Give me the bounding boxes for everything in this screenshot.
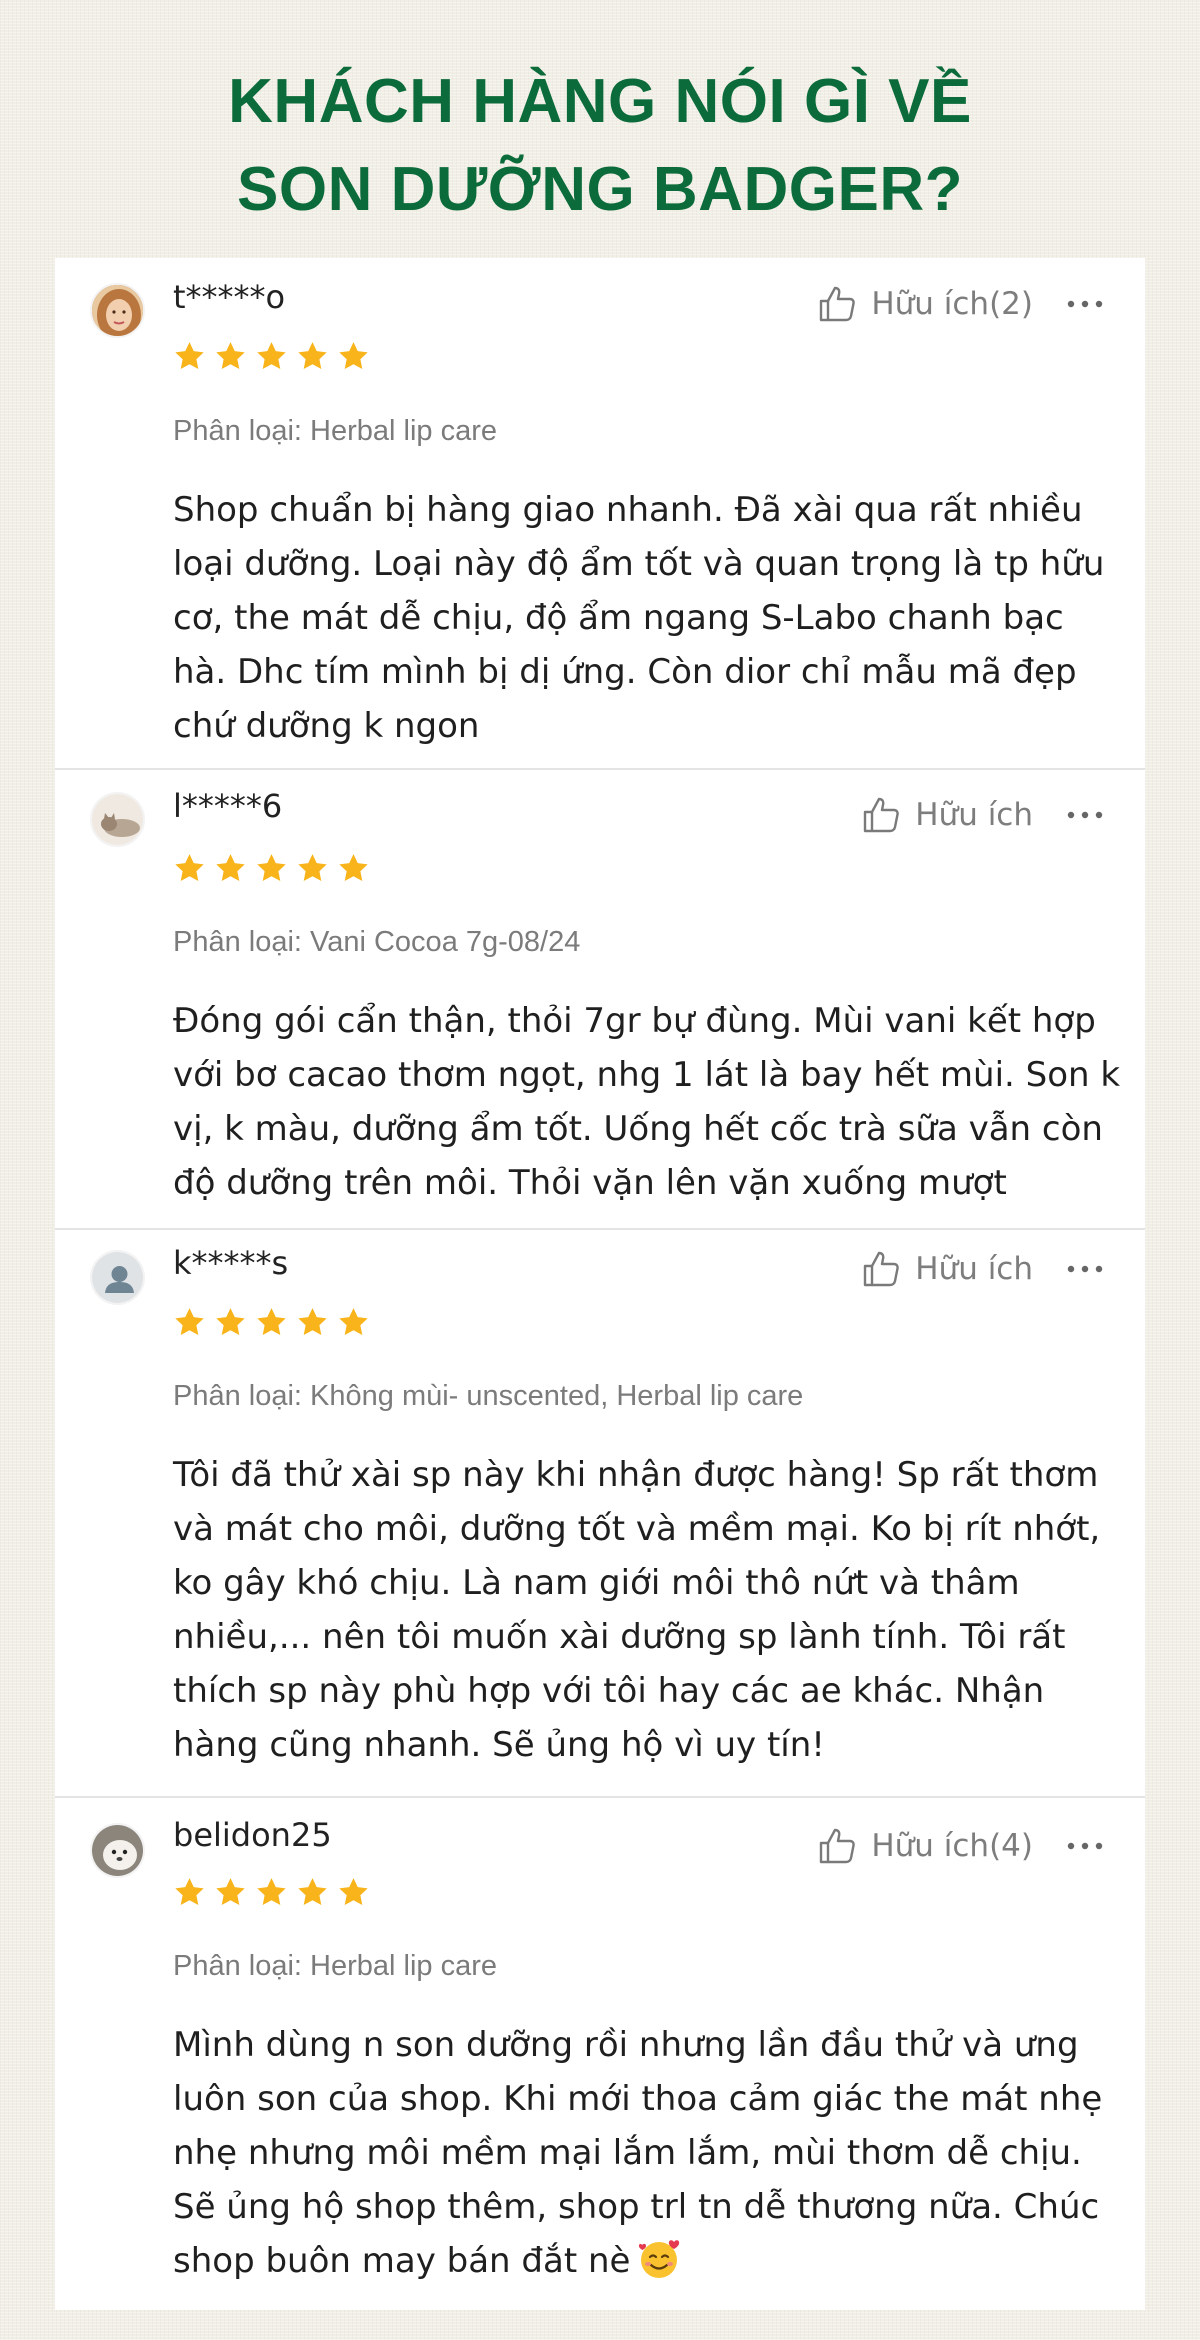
page-heading: KHÁCH HÀNG NÓI GÌ VỀ SON DƯỠNG BADGER?: [0, 58, 1200, 234]
helpful-label[interactable]: Hữu ích(4): [871, 1828, 1033, 1864]
star-icon: [175, 854, 204, 882]
helpful-control: Hữu ích(4): [817, 1821, 1145, 1871]
star-icon: [216, 854, 245, 882]
star-icon: [175, 1308, 204, 1336]
heading-line-2: SON DƯỠNG BADGER?: [237, 155, 963, 224]
helpful-label[interactable]: Hữu ích(2): [871, 286, 1033, 322]
review-item: belidon25 Hữu ích(4) Phân loại: Herbal l…: [55, 1798, 1145, 2310]
helpful-control: Hữu ích: [861, 790, 1145, 840]
review-comment: Đóng gói cẩn thận, thỏi 7gr bự đùng. Mùi…: [173, 1001, 1121, 1203]
username[interactable]: t*****o: [173, 278, 285, 316]
review-comment: Mình dùng n son dưỡng rồi nhưng lần đầu …: [173, 2018, 1123, 2288]
star-icon: [339, 1878, 368, 1906]
star-icon: [175, 1878, 204, 1906]
avatar[interactable]: [90, 1250, 145, 1305]
star-icon: [257, 854, 286, 882]
variant-label: Phân loại: Herbal lip care: [173, 415, 498, 447]
star-icon: [339, 342, 368, 370]
star-rating: [173, 1876, 370, 1909]
avatar[interactable]: [90, 283, 145, 338]
star-rating: [173, 340, 370, 373]
heading-line-1: KHÁCH HÀNG NÓI GÌ VỀ: [228, 67, 972, 136]
avatar[interactable]: [90, 792, 145, 847]
star-icon: [216, 1308, 245, 1336]
cat-photo-icon: [92, 794, 143, 845]
avatar[interactable]: [90, 1823, 145, 1878]
variant-label: Phân loại: Không mùi- unscented, Herbal …: [173, 1380, 804, 1412]
more-options-icon[interactable]: [1063, 1264, 1107, 1274]
star-icon: [175, 342, 204, 370]
username[interactable]: l*****6: [173, 787, 282, 825]
star-icon: [298, 1878, 327, 1906]
more-options-icon[interactable]: [1063, 810, 1107, 820]
star-icon: [216, 1878, 245, 1906]
more-options-icon[interactable]: [1063, 299, 1107, 309]
star-icon: [298, 1308, 327, 1336]
woman-photo-icon: [92, 285, 143, 336]
username[interactable]: belidon25: [173, 1816, 332, 1854]
review-comment: Shop chuẩn bị hàng giao nhanh. Đã xài qu…: [173, 490, 1105, 746]
star-rating: [173, 852, 370, 885]
review-item: l*****6 Hữu ích Phân loại: Vani Cocoa 7g…: [55, 770, 1145, 1230]
star-rating: [173, 1306, 370, 1339]
star-icon: [216, 342, 245, 370]
helpful-control: Hữu ích: [861, 1244, 1145, 1294]
star-icon: [257, 1308, 286, 1336]
default-user-icon: [92, 1252, 143, 1303]
thumbs-up-icon[interactable]: [861, 795, 901, 835]
thumbs-up-icon[interactable]: [817, 1826, 857, 1866]
review-comment: Tôi đã thử xài sp này khi nhận được hàng…: [173, 1455, 1101, 1765]
thumbs-up-icon[interactable]: [817, 284, 857, 324]
star-icon: [339, 854, 368, 882]
username[interactable]: k*****s: [173, 1244, 288, 1282]
variant-label: Phân loại: Herbal lip care: [173, 1950, 498, 1982]
review-item: t*****o Hữu ích(2) Phân loại: Herbal lip…: [55, 258, 1145, 770]
reviews-panel: t*****o Hữu ích(2) Phân loại: Herbal lip…: [55, 258, 1145, 2310]
variant-label: Phân loại: Vani Cocoa 7g-08/24: [173, 926, 581, 958]
star-icon: [298, 342, 327, 370]
thumbs-up-icon[interactable]: [861, 1249, 901, 1289]
star-icon: [339, 1308, 368, 1336]
more-options-icon[interactable]: [1063, 1841, 1107, 1851]
star-icon: [298, 854, 327, 882]
star-icon: [257, 1878, 286, 1906]
helpful-control: Hữu ích(2): [817, 279, 1145, 329]
pet-photo-icon: [92, 1825, 143, 1876]
review-item: k*****s Hữu ích Phân loại: Không mùi- un…: [55, 1230, 1145, 1798]
helpful-label[interactable]: Hữu ích: [915, 1251, 1033, 1287]
star-icon: [257, 342, 286, 370]
smiling-face-with-hearts-icon: [639, 2240, 680, 2278]
helpful-label[interactable]: Hữu ích: [915, 797, 1033, 833]
